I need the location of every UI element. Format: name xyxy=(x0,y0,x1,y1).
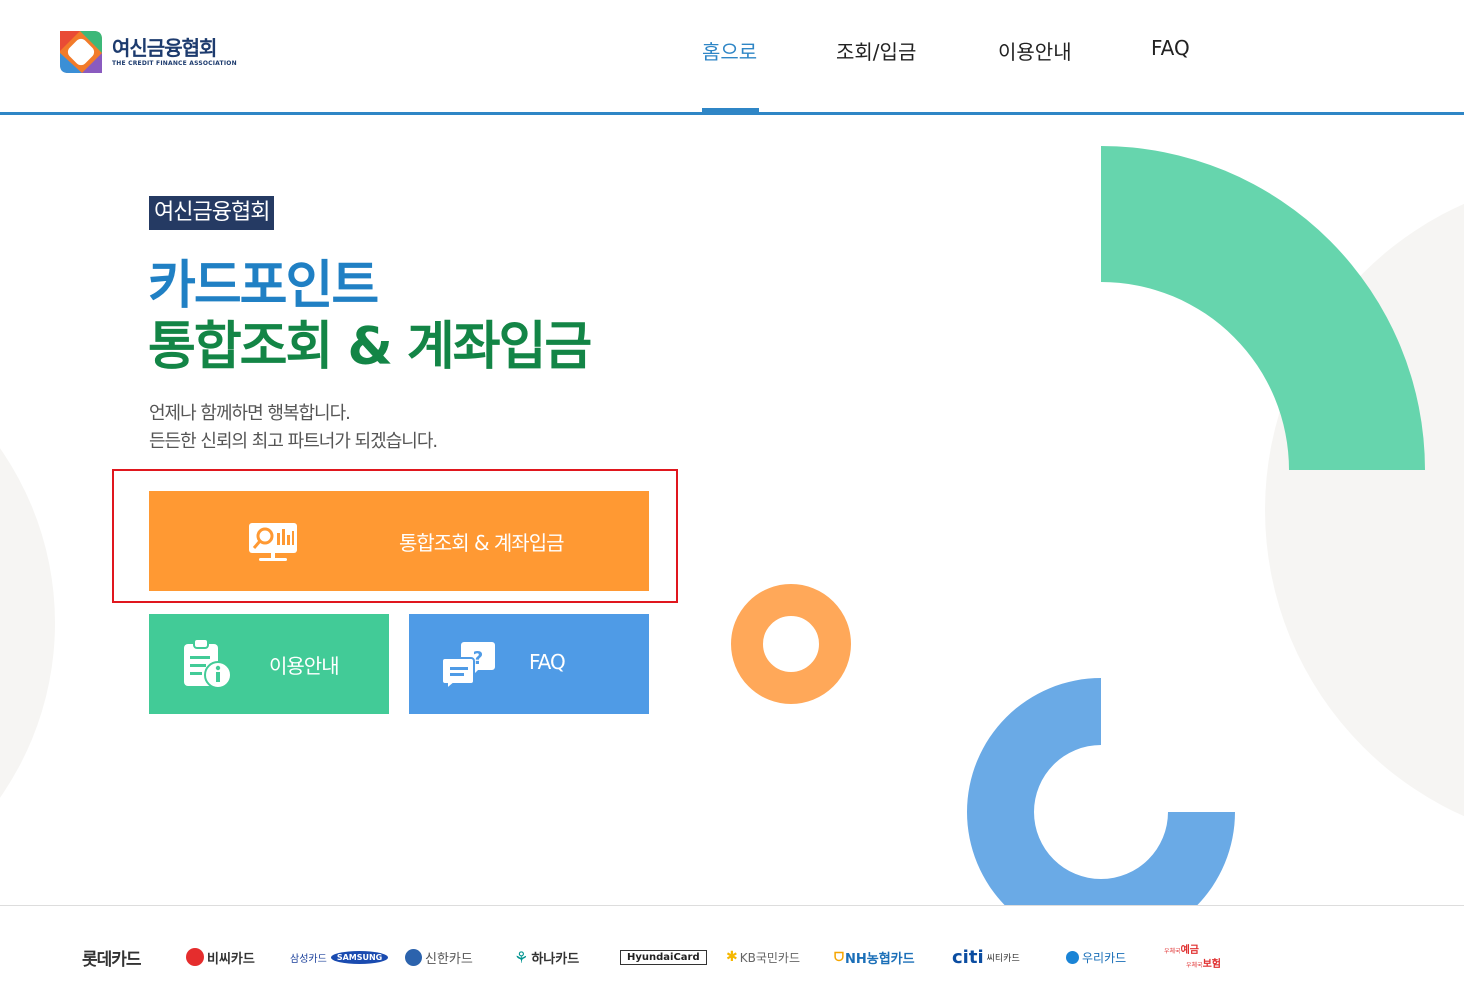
guide-button[interactable]: 이용안내 xyxy=(149,614,389,714)
partner-hana-label: 하나카드 xyxy=(531,951,580,967)
partner-citi-card[interactable]: citi 씨티카드 xyxy=(952,932,1020,982)
footer-divider xyxy=(0,905,1464,906)
faq-button[interactable]: ? FAQ xyxy=(409,614,649,714)
post-savings-label: 예금 xyxy=(1180,945,1199,956)
hero-description: 언제나 함께하면 행복합니다. 든든한 신뢰의 최고 파트너가 되겠습니다. xyxy=(149,400,438,456)
org-badge: 여신금융협회 xyxy=(149,196,275,230)
partner-hana-card[interactable]: ⚘ 하나카드 xyxy=(514,932,579,982)
partner-citi-sub: 씨티카드 xyxy=(986,953,1020,964)
partner-lotte-card[interactable]: 롯데카드 xyxy=(82,932,142,982)
partner-shinhan-label: 신한카드 xyxy=(425,951,473,967)
partner-kb-label: KB국민카드 xyxy=(739,950,800,965)
logo-mark-icon xyxy=(60,31,102,73)
partner-nh-label: NH농협카드 xyxy=(844,951,915,967)
partner-woori-label: 우리카드 xyxy=(1082,950,1127,965)
partner-hyundai-label: HyundaiCard xyxy=(620,949,707,965)
nh-logo-icon: ᗜ xyxy=(834,949,844,964)
partner-lotte-label: 롯데카드 xyxy=(82,949,142,970)
inquiry-deposit-button[interactable]: 통합조회 & 계좌입금 xyxy=(149,491,649,591)
partner-shinhan-card[interactable]: 신한카드 xyxy=(405,932,473,982)
partner-hyundai-card[interactable]: HyundaiCard xyxy=(620,932,707,982)
post-prefix-2: 우체국 xyxy=(1186,962,1203,969)
nav-faq[interactable]: FAQ xyxy=(1151,36,1190,60)
hero-desc-line1: 언제나 함께하면 행복합니다. xyxy=(149,403,351,424)
partner-citi-label: citi xyxy=(952,946,984,968)
partner-samsung-label: 삼성카드 xyxy=(290,953,327,965)
kb-star-icon: ✱ xyxy=(726,949,738,965)
partner-kb-card[interactable]: ✱ KB국민카드 xyxy=(726,932,800,982)
woori-logo-icon xyxy=(1066,950,1079,964)
partner-samsung-card[interactable]: 삼성카드 SAMSUNG xyxy=(290,932,389,982)
partner-post-office[interactable]: 우체국예금 우체국보험 xyxy=(1164,932,1221,982)
partner-nh-card[interactable]: ᗜ NH농협카드 xyxy=(834,932,915,982)
hero-title-line2: 통합조회 & 계좌입금 xyxy=(148,317,592,377)
site-header: 여신금융협회 THE CREDIT FINANCE ASSOCIATION 홈으… xyxy=(0,0,1464,112)
nav-inquiry-deposit[interactable]: 조회/입금 xyxy=(836,36,916,65)
bc-logo-icon xyxy=(186,948,204,966)
presentation-search-icon xyxy=(247,519,299,569)
chat-question-icon: ? xyxy=(441,638,496,694)
partner-logos: 롯데카드 비씨카드 삼성카드 SAMSUNG 신한카드 ⚘ 하나카드 Hyund… xyxy=(0,932,1464,982)
partner-woori-card[interactable]: 우리카드 xyxy=(1066,932,1126,982)
partner-bc-card[interactable]: 비씨카드 xyxy=(186,932,255,982)
nav-guide[interactable]: 이용안내 xyxy=(998,36,1072,65)
nav-active-indicator xyxy=(702,108,759,113)
shinhan-logo-icon xyxy=(405,948,422,966)
logo-name-en: THE CREDIT FINANCE ASSOCIATION xyxy=(112,59,237,67)
partner-bc-label: 비씨카드 xyxy=(207,951,255,967)
hana-logo-icon: ⚘ xyxy=(514,947,529,967)
partner-samsung-sub: SAMSUNG xyxy=(330,950,389,964)
hero-title-line1: 카드포인트 xyxy=(148,256,379,316)
post-prefix-1: 우체국 xyxy=(1164,948,1181,955)
post-insurance-label: 보험 xyxy=(1202,959,1221,970)
nav-home[interactable]: 홈으로 xyxy=(702,36,757,65)
logo-name-ko: 여신금융협회 xyxy=(112,35,217,60)
hero-desc-line2: 든든한 신뢰의 최고 파트너가 되겠습니다. xyxy=(149,431,438,452)
guide-button-label: 이용안내 xyxy=(269,654,340,678)
inquiry-deposit-button-label: 통합조회 & 계좌입금 xyxy=(399,531,565,555)
faq-button-label: FAQ xyxy=(529,650,566,674)
clipboard-info-icon xyxy=(182,638,236,694)
logo[interactable]: 여신금융협회 THE CREDIT FINANCE ASSOCIATION xyxy=(60,31,237,73)
